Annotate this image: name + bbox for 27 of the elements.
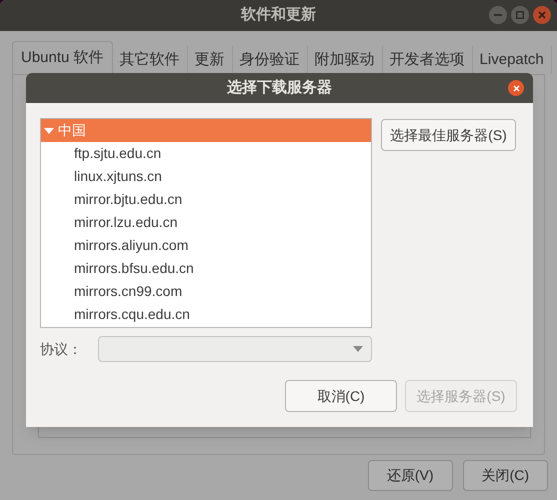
close-icon <box>512 84 520 92</box>
dialog-close-button[interactable] <box>508 80 524 96</box>
tab[interactable]: Ubuntu 软件 <box>12 41 113 74</box>
server-item[interactable]: mirror.lzu.edu.cn <box>41 211 371 234</box>
server-item[interactable]: mirror.bjtu.edu.cn <box>41 188 371 211</box>
dropdown-arrow-icon <box>353 346 363 352</box>
footer-button[interactable]: 关闭(C) <box>462 460 548 491</box>
close-button[interactable] <box>533 6 551 24</box>
protocol-dropdown[interactable] <box>98 336 372 362</box>
footer-button[interactable]: 还原(V) <box>368 460 453 491</box>
close-icon <box>538 11 546 19</box>
server-item[interactable]: mirrors.cn99.com <box>41 280 371 303</box>
window-title: 软件和更新 <box>241 5 316 26</box>
maximize-button[interactable] <box>511 6 529 24</box>
server-item[interactable]: linux.xjtuns.cn <box>41 165 371 188</box>
minimize-icon <box>494 14 502 16</box>
protocol-label: 协议： <box>40 340 83 358</box>
server-item[interactable]: mirrors.bfsu.edu.cn <box>41 257 371 280</box>
cancel-button[interactable]: 取消(C) <box>285 380 397 412</box>
dialog-title: 选择下载服务器 <box>227 78 332 98</box>
maximize-icon <box>516 11 524 19</box>
minimize-button[interactable] <box>489 6 507 24</box>
server-item[interactable]: mirrors.aliyun.com <box>41 234 371 257</box>
expanded-triangle-icon[interactable] <box>44 126 54 136</box>
server-item[interactable]: mirrors.cqu.edu.cn <box>41 303 371 326</box>
best-server-button[interactable]: 选择最佳服务器(S) <box>381 119 516 151</box>
server-item[interactable]: ftp.sjtu.edu.cn <box>41 142 371 165</box>
